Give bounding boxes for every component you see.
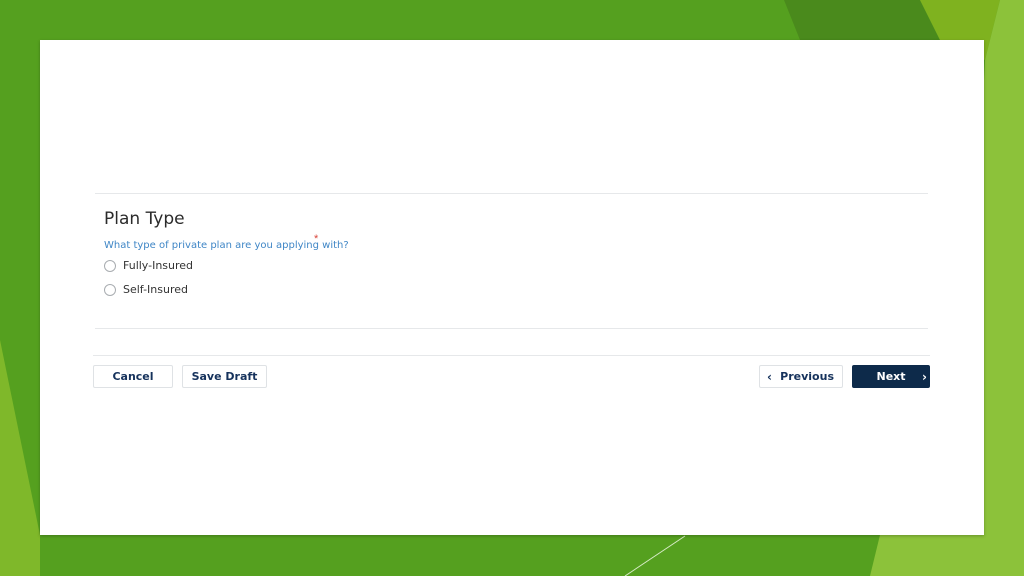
save-draft-button[interactable]: Save Draft <box>182 365 267 388</box>
radio-label: Fully-Insured <box>123 259 194 272</box>
previous-button[interactable]: ‹ Previous <box>759 365 843 388</box>
divider-middle <box>95 328 928 329</box>
question-label: What type of private plan are you applyi… <box>104 240 349 251</box>
chevron-left-icon: ‹ <box>767 370 772 384</box>
radio-button[interactable] <box>104 283 116 296</box>
previous-button-label: Previous <box>780 370 834 383</box>
chevron-right-icon: › <box>922 370 927 384</box>
section-title: Plan Type <box>104 209 185 229</box>
radio-label: Self-Insured <box>123 283 188 296</box>
next-button-label: Next <box>876 370 906 383</box>
cancel-button[interactable]: Cancel <box>93 365 173 388</box>
divider-top <box>95 193 928 194</box>
radio-button[interactable] <box>104 259 116 272</box>
required-asterisk: * <box>314 233 319 245</box>
form-card: Plan Type What type of private plan are … <box>40 40 984 535</box>
divider-footer <box>93 355 930 356</box>
radio-option-self-insured[interactable]: Self-Insured <box>104 283 188 296</box>
next-button[interactable]: Next › <box>852 365 930 388</box>
cancel-button-label: Cancel <box>112 370 154 383</box>
radio-option-fully-insured[interactable]: Fully-Insured <box>104 259 193 272</box>
save-draft-button-label: Save Draft <box>191 370 258 383</box>
